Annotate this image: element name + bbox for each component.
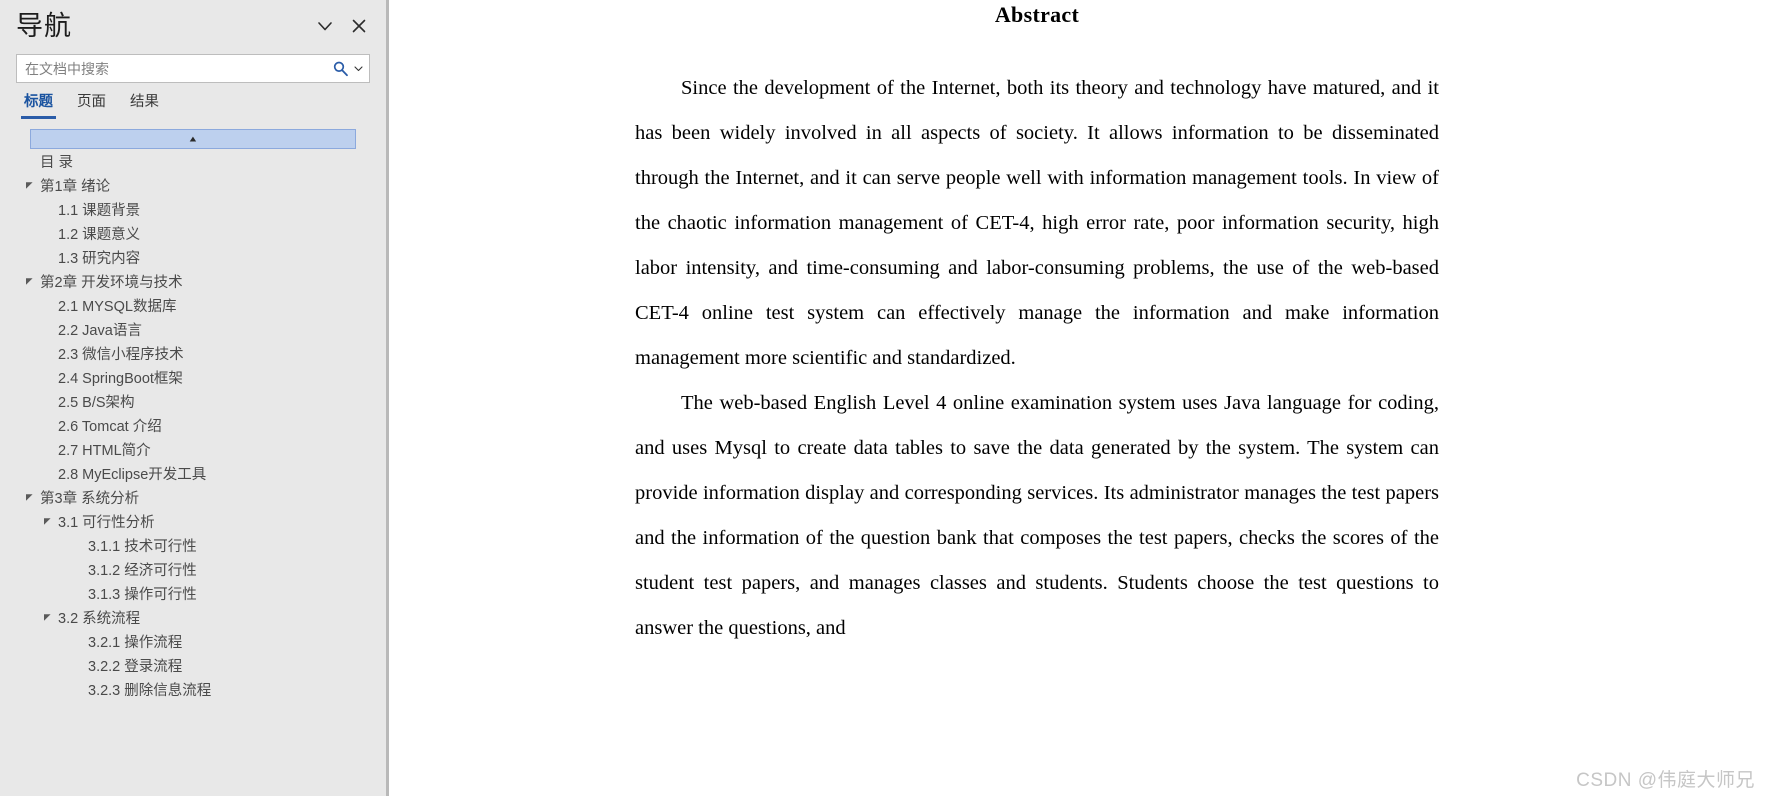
document-canvas: Abstract Since the development of the In… xyxy=(463,0,1769,796)
tree-item[interactable]: 目 录 xyxy=(0,149,386,173)
tree-item[interactable]: 2.1 MYSQL数据库 xyxy=(0,293,386,317)
tree-item-label: 3.2.1 操作流程 xyxy=(88,634,183,651)
document-outline-tree: ▲ 目 录第1章 绪论 1.1 课题背景 1.2 课题意义 1.3 研究内容第2章 开发… xyxy=(0,129,386,705)
tree-item-label: 2.4 SpringBoot框架 xyxy=(58,370,183,387)
tree-item[interactable]: 3.2.1 操作流程 xyxy=(0,629,386,653)
tab-results[interactable]: 结果 xyxy=(118,93,171,117)
tree-item[interactable]: 2.5 B/S架构 xyxy=(0,389,386,413)
document-left-margin xyxy=(389,0,463,796)
tree-item[interactable]: 1.2 课题意义 xyxy=(0,221,386,245)
tree-item-label: 1.3 研究内容 xyxy=(58,250,141,267)
tree-item[interactable]: 3.1.2 经济可行性 xyxy=(0,557,386,581)
search-dropdown-chevron-icon[interactable] xyxy=(351,60,365,78)
tree-item[interactable]: 1.3 研究内容 xyxy=(0,245,386,269)
navigation-tabs: 标题 页面 结果 xyxy=(0,93,386,121)
search-input[interactable] xyxy=(25,55,331,82)
tree-item[interactable]: 第3章 系统分析 xyxy=(0,485,386,509)
expand-triangle-icon[interactable] xyxy=(22,181,36,190)
tree-item[interactable]: 3.1 可行性分析 xyxy=(0,509,386,533)
tree-item-label: 3.2.3 删除信息流程 xyxy=(88,682,212,699)
tree-item[interactable]: 2.4 SpringBoot框架 xyxy=(0,365,386,389)
tree-item-label: 3.2 系统流程 xyxy=(58,610,141,627)
search-icon[interactable] xyxy=(331,60,349,78)
collapse-marker-icon: ▲ xyxy=(187,134,199,144)
tree-item-label: 2.3 微信小程序技术 xyxy=(58,346,184,363)
tree-item[interactable]: 第2章 开发环境与技术 xyxy=(0,269,386,293)
document-page: Abstract Since the development of the In… xyxy=(463,0,1769,796)
navigation-pane-title: 导航 xyxy=(16,10,72,41)
chevron-down-icon[interactable] xyxy=(308,9,342,43)
tree-item[interactable]: 2.3 微信小程序技术 xyxy=(0,341,386,365)
search-row xyxy=(0,54,386,83)
tree-item[interactable]: 3.2.3 删除信息流程 xyxy=(0,677,386,701)
navigation-pane: 导航 在文档中搜索 标题 页面 结果 ▲ 目 录 第1章 绪论 1.1 课题背景… xyxy=(0,0,386,796)
expand-triangle-icon[interactable] xyxy=(40,517,54,526)
tree-item[interactable]: 1.1 课题背景 xyxy=(0,197,386,221)
tree-item[interactable]: 2.7 HTML简介 xyxy=(0,437,386,461)
tree-item-label: 目 录 xyxy=(40,154,74,171)
tree-item-label: 第3章 系统分析 xyxy=(40,490,140,507)
expand-triangle-icon[interactable] xyxy=(40,613,54,622)
tree-item[interactable]: 3.2.2 登录流程 xyxy=(0,653,386,677)
tree-item-label: 1.2 课题意义 xyxy=(58,226,141,243)
abstract-paragraph-2: The web-based English Level 4 online exa… xyxy=(635,392,1439,639)
tree-item[interactable]: 第1章 绪论 xyxy=(0,173,386,197)
abstract-paragraph-1: Since the development of the Internet, b… xyxy=(635,77,1439,369)
tree-item-label: 3.1.2 经济可行性 xyxy=(88,562,197,579)
search-box[interactable] xyxy=(16,54,370,83)
tree-item-label: 2.1 MYSQL数据库 xyxy=(58,298,177,315)
tree-item[interactable]: 2.6 Tomcat 介绍 xyxy=(0,413,386,437)
tree-item-label: 3.1.1 技术可行性 xyxy=(88,538,197,555)
expand-triangle-icon[interactable] xyxy=(22,493,36,502)
tree-item[interactable]: 3.1.1 技术可行性 xyxy=(0,533,386,557)
tab-pages[interactable]: 页面 xyxy=(65,93,118,117)
tree-item-label: 3.1 可行性分析 xyxy=(58,514,155,531)
tree-item-label: 第2章 开发环境与技术 xyxy=(40,274,183,291)
tree-item-label: 2.2 Java语言 xyxy=(58,322,142,339)
tree-item[interactable]: 2.8 MyEclipse开发工具 xyxy=(0,461,386,485)
tab-headings[interactable]: 标题 xyxy=(12,93,65,119)
tree-item-label: 第1章 绪论 xyxy=(40,178,111,195)
tree-item-label: 2.8 MyEclipse开发工具 xyxy=(58,466,207,483)
tree-item[interactable]: 3.1.3 操作可行性 xyxy=(0,581,386,605)
tree-item[interactable]: 2.2 Java语言 xyxy=(0,317,386,341)
tree-item-selected[interactable]: ▲ xyxy=(30,129,356,149)
tree-item-label: 2.7 HTML简介 xyxy=(58,442,151,459)
navigation-pane-header: 导航 xyxy=(0,0,386,52)
close-icon[interactable] xyxy=(342,9,376,43)
tree-item-label: 3.2.2 登录流程 xyxy=(88,658,183,675)
tree-item[interactable]: 3.2 系统流程 xyxy=(0,605,386,629)
word-window: 导航 在文档中搜索 标题 页面 结果 ▲ 目 录 第1章 绪论 1.1 课题背景… xyxy=(0,0,1769,796)
tree-item-label: 1.1 课题背景 xyxy=(58,202,141,219)
expand-triangle-icon[interactable] xyxy=(22,277,36,286)
tree-item-label: 3.1.3 操作可行性 xyxy=(88,586,197,603)
page-title: Abstract xyxy=(994,2,1080,27)
tree-item-label: 2.6 Tomcat 介绍 xyxy=(58,418,162,435)
tree-item-label: 2.5 B/S架构 xyxy=(58,394,135,411)
